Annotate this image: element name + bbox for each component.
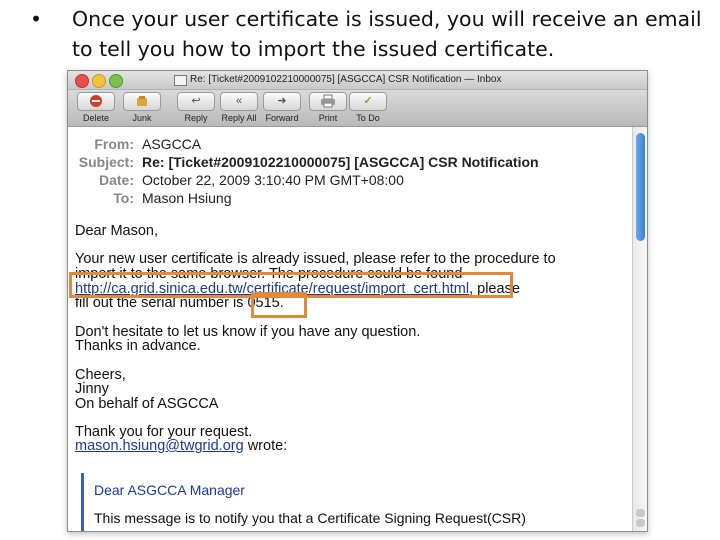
forward-icon: ➜ <box>263 92 301 111</box>
reply-all-label: Reply All <box>221 113 257 123</box>
junk-icon <box>123 92 161 111</box>
date-value: October 22, 2009 3:10:40 PM GMT+08:00 <box>142 172 404 188</box>
reply-icon: ↩ <box>177 92 215 111</box>
message-header: From: ASGCCA Subject: Re: [Ticket#200910… <box>68 127 632 206</box>
reply-all-icon: « <box>220 92 258 111</box>
minimize-window-button[interactable] <box>92 74 106 88</box>
mail-window: Re: [Ticket#2009102210000075] [ASGCCA] C… <box>67 70 648 532</box>
delete-button[interactable]: Delete <box>74 92 118 124</box>
scroll-up-arrow[interactable] <box>636 509 645 517</box>
todo-icon: ✓ <box>349 92 387 111</box>
vertical-scrollbar[interactable] <box>632 127 647 531</box>
reply-label: Reply <box>184 113 208 123</box>
to-value: Mason Hsiung <box>142 190 232 206</box>
body-line: Your new user certificate is already iss… <box>75 251 556 267</box>
junk-label: Junk <box>132 113 152 123</box>
junk-button[interactable]: Junk <box>120 92 164 124</box>
subject-value: Re: [Ticket#2009102210000075] [ASGCCA] C… <box>142 154 539 170</box>
scrollbar-thumb[interactable] <box>636 133 645 241</box>
from-label: From: <box>94 136 134 152</box>
zoom-window-button[interactable] <box>109 74 123 88</box>
reply-all-button[interactable]: « Reply All <box>216 92 262 124</box>
serial-highlight-box <box>251 292 307 318</box>
wrote-text: wrote: <box>243 438 288 454</box>
close-window-button[interactable] <box>75 74 89 88</box>
envelope-icon <box>174 75 187 86</box>
print-button[interactable]: Print <box>306 92 350 124</box>
forward-button[interactable]: ➜ Forward <box>260 92 304 124</box>
quote-line: This message is to notify you that a Cer… <box>94 510 526 526</box>
delete-label: Delete <box>82 113 109 123</box>
forward-label: Forward <box>265 113 299 123</box>
reply-button[interactable]: ↩ Reply <box>174 92 218 124</box>
title-bar: Re: [Ticket#2009102210000075] [ASGCCA] C… <box>68 71 647 90</box>
scroll-down-arrow[interactable] <box>636 519 645 527</box>
todo-label: To Do <box>356 113 380 123</box>
subject-label: Subject: <box>78 154 134 170</box>
bullet-point: • <box>30 7 43 31</box>
print-icon <box>309 92 347 111</box>
greeting: Dear Mason, <box>75 223 159 239</box>
quote-line: Dear ASGCCA Manager <box>94 482 245 498</box>
to-label: To: <box>113 190 134 206</box>
body-line: Thanks in advance. <box>75 338 201 354</box>
print-label: Print <box>318 113 338 123</box>
from-value: ASGCCA <box>142 136 202 152</box>
body-line: On behalf of ASGCCA <box>75 396 219 412</box>
reply-email-link[interactable]: mason.hsiung@twgrid.org <box>75 438 244 454</box>
mail-toolbar: Delete Junk ↩ Reply « Reply All ➜ Forwar… <box>68 90 647 127</box>
date-label: Date: <box>98 172 134 188</box>
window-title: Re: [Ticket#2009102210000075] [ASGCCA] C… <box>190 74 502 85</box>
todo-button[interactable]: ✓ To Do <box>346 92 390 124</box>
caption-text: Once your user certificate is issued, yo… <box>72 7 702 61</box>
delete-icon <box>77 92 115 111</box>
body-line: mason.hsiung@twgrid.org wrote: <box>75 439 287 454</box>
quoted-message: Dear ASGCCA Manager This message is to n… <box>81 473 628 531</box>
body-line: Jinny <box>75 381 109 397</box>
